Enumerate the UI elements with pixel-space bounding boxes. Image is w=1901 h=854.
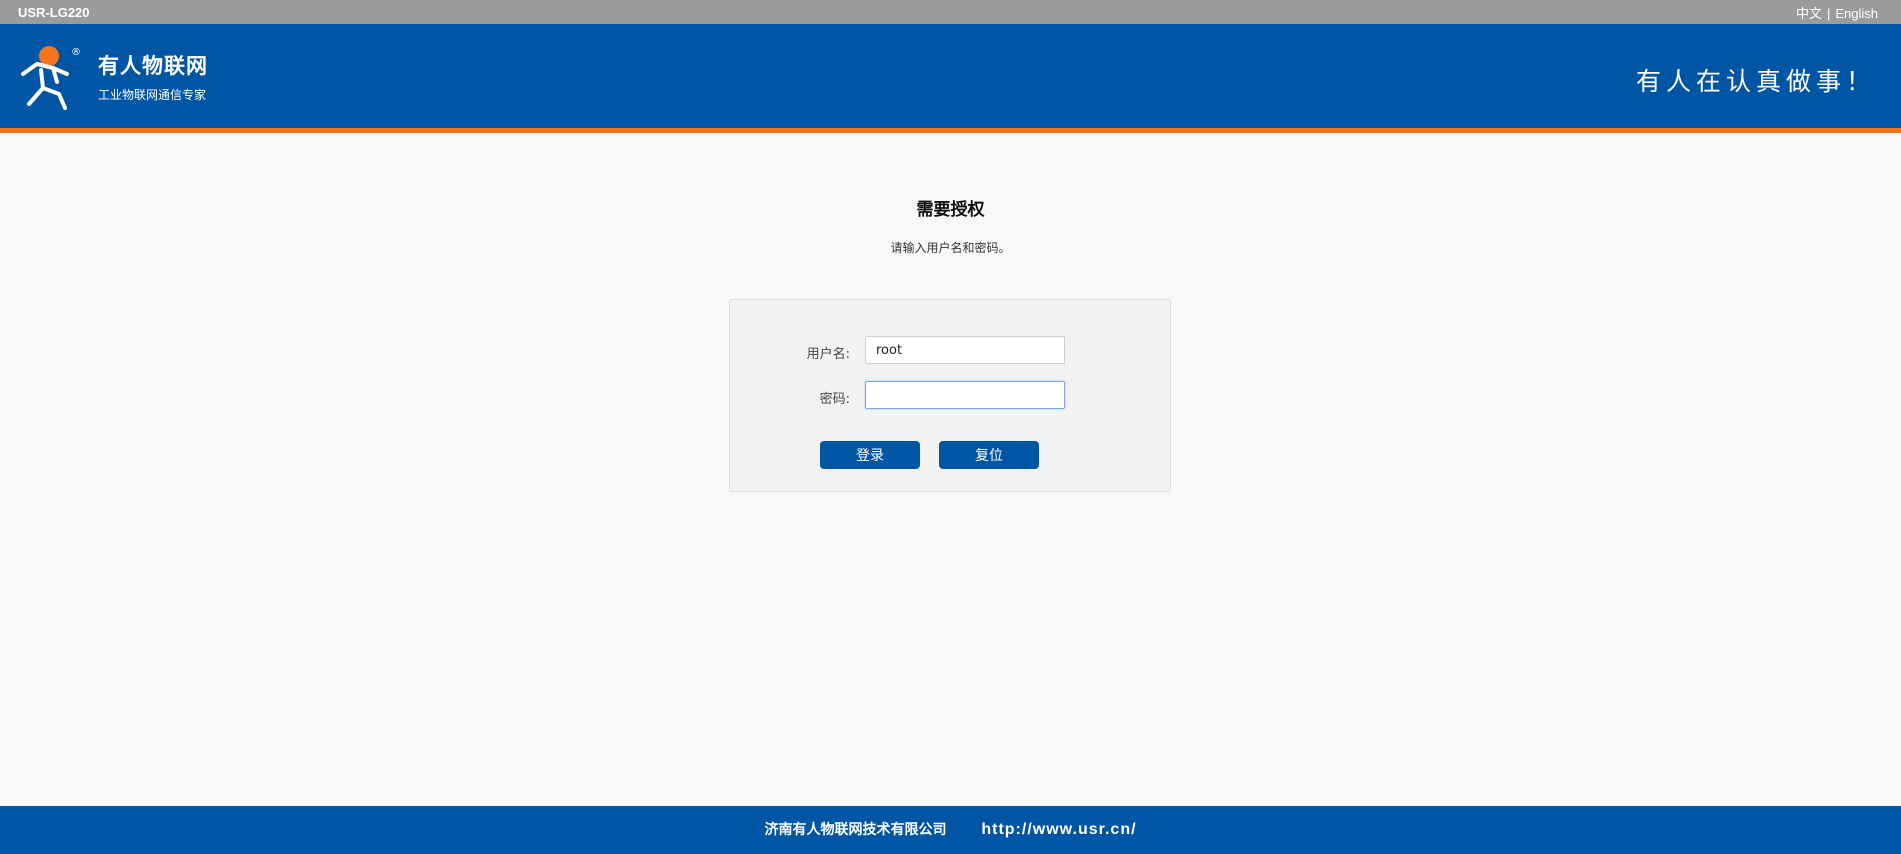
top-bar: USR-LG220 中文 | English [0, 0, 1901, 24]
username-input[interactable] [865, 336, 1065, 364]
lang-chinese-link[interactable]: 中文 [1796, 6, 1822, 21]
brand-name: 有人物联网 [98, 54, 208, 78]
footer-url-link[interactable]: http://www.usr.cn/ [981, 821, 1136, 838]
page-title: 需要授权 [916, 200, 985, 220]
username-label: 用户名: [806, 347, 850, 362]
login-form-panel: 用户名: 密码: 登录 复位 [729, 299, 1171, 492]
lang-separator: | [1826, 6, 1831, 21]
language-switcher: 中文 | English [1796, 3, 1878, 22]
device-name: USR-LG220 [18, 5, 90, 20]
password-label: 密码: [819, 392, 850, 407]
running-person-logo-icon: ® [21, 46, 81, 110]
header-banner: ® 有人物联网 工业物联网通信专家 有人在认真做事！ [0, 24, 1901, 133]
password-input[interactable] [865, 381, 1065, 409]
footer-company: 济南有人物联网技术有限公司 [764, 822, 947, 838]
login-button[interactable]: 登录 [820, 441, 920, 469]
svg-text:®: ® [71, 47, 81, 58]
header-slogan: 有人在认真做事！ [1635, 67, 1876, 96]
lang-english-link[interactable]: English [1835, 6, 1878, 21]
footer: 济南有人物联网技术有限公司 http://www.usr.cn/ [0, 806, 1901, 854]
reset-button[interactable]: 复位 [939, 441, 1039, 469]
page-description: 请输入用户名和密码。 [890, 241, 1011, 255]
brand-tagline: 工业物联网通信专家 [98, 88, 207, 102]
